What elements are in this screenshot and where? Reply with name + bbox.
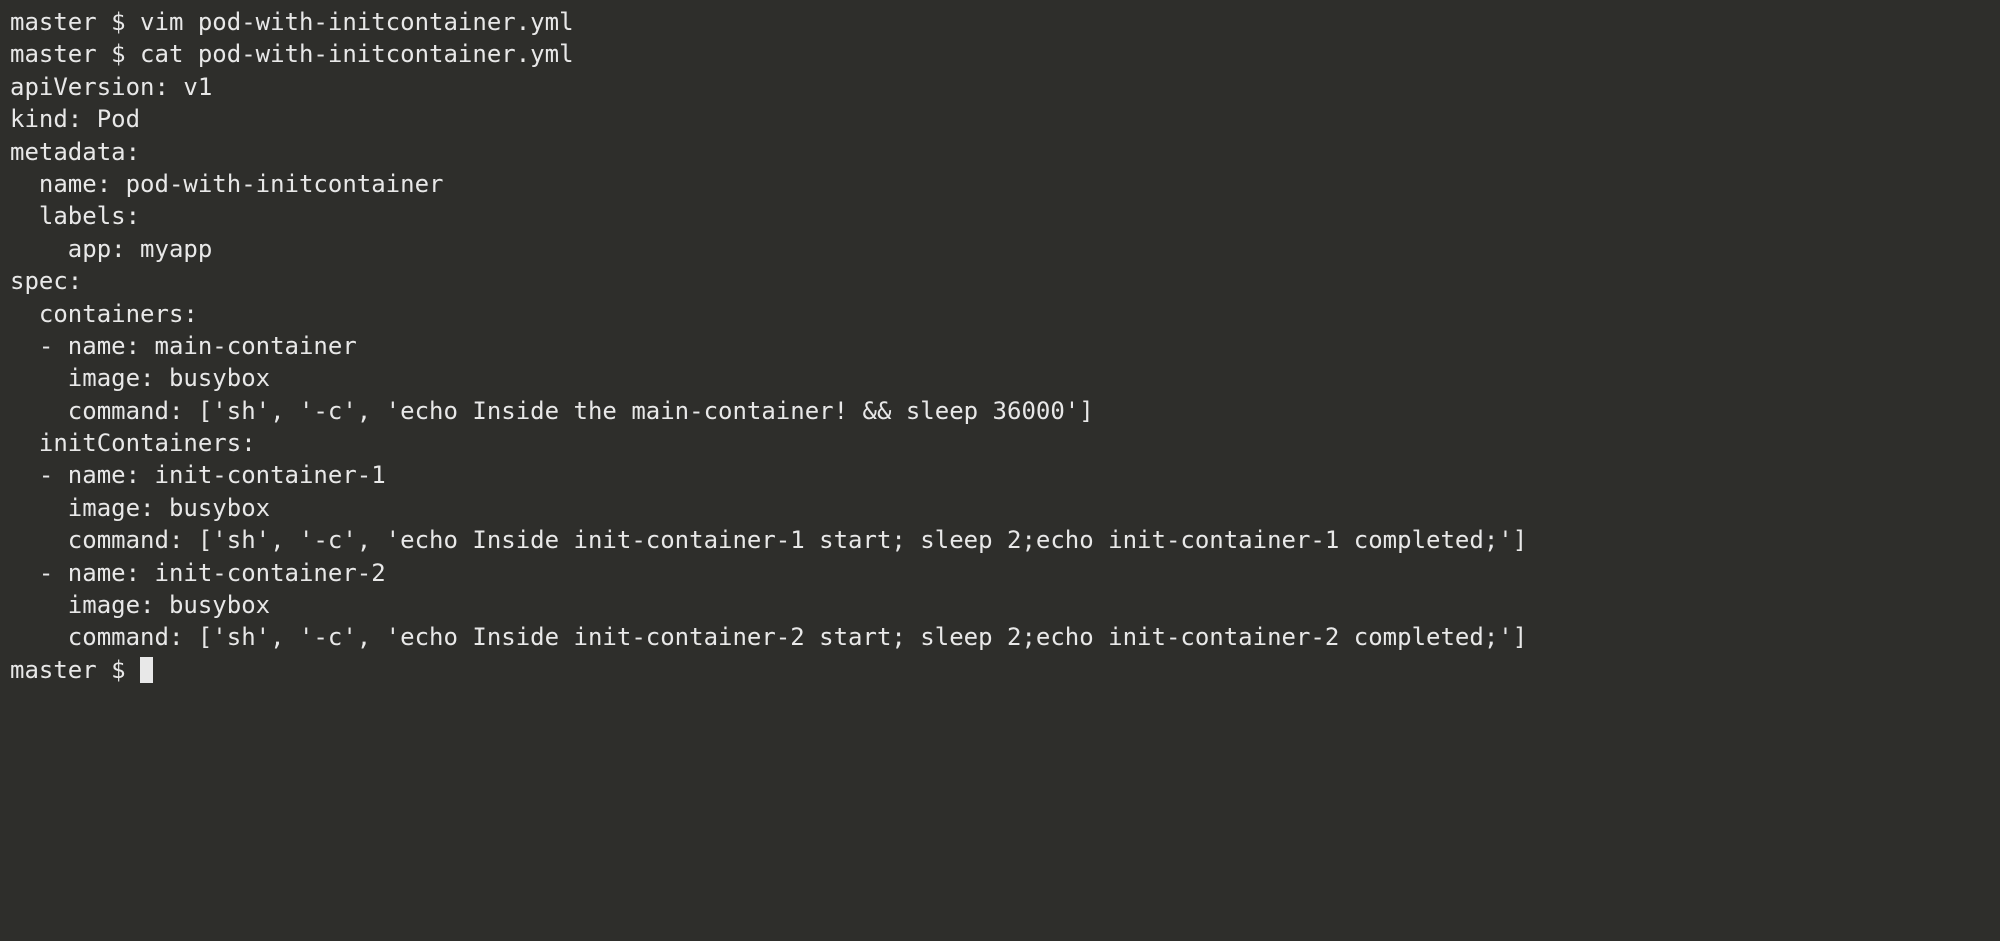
terminal-line: kind: Pod xyxy=(10,103,1990,135)
terminal-line: command: ['sh', '-c', 'echo Inside init-… xyxy=(10,621,1990,653)
terminal-line: image: busybox xyxy=(10,492,1990,524)
terminal-line: app: myapp xyxy=(10,233,1990,265)
terminal-prompt[interactable]: master $ xyxy=(10,654,1990,686)
terminal-line: master $ cat pod-with-initcontainer.yml xyxy=(10,38,1990,70)
terminal-line: - name: init-container-2 xyxy=(10,557,1990,589)
terminal-line: master $ vim pod-with-initcontainer.yml xyxy=(10,6,1990,38)
terminal-line: image: busybox xyxy=(10,589,1990,621)
terminal-line: containers: xyxy=(10,298,1990,330)
terminal-line: initContainers: xyxy=(10,427,1990,459)
terminal-line: apiVersion: v1 xyxy=(10,71,1990,103)
prompt-text: master $ xyxy=(10,654,140,686)
terminal-line: command: ['sh', '-c', 'echo Inside init-… xyxy=(10,524,1990,556)
terminal-line: name: pod-with-initcontainer xyxy=(10,168,1990,200)
terminal-line: - name: main-container xyxy=(10,330,1990,362)
cursor-icon xyxy=(140,657,153,683)
terminal-line: - name: init-container-1 xyxy=(10,459,1990,491)
terminal-output: master $ vim pod-with-initcontainer.yml … xyxy=(10,6,1990,686)
terminal-line: command: ['sh', '-c', 'echo Inside the m… xyxy=(10,395,1990,427)
terminal-line: spec: xyxy=(10,265,1990,297)
terminal-line: metadata: xyxy=(10,136,1990,168)
terminal-line: labels: xyxy=(10,200,1990,232)
terminal-line: image: busybox xyxy=(10,362,1990,394)
